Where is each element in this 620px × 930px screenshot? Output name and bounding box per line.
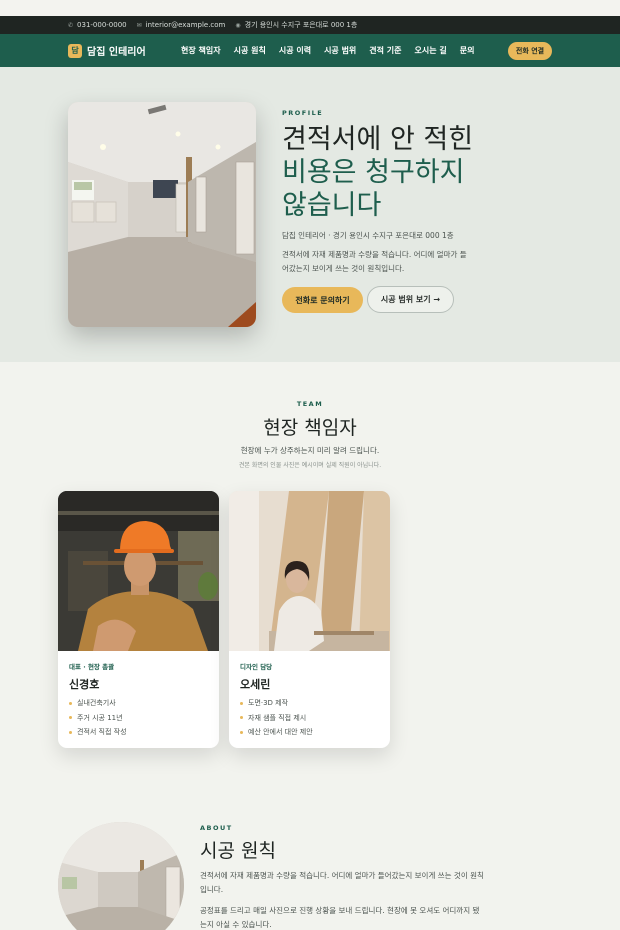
- team-eyebrow: TEAM: [296, 400, 324, 408]
- team-subtitle: 현장에 누가 상주하는지 미리 알려 드립니다.: [240, 446, 380, 455]
- team-note: 견본 화면의 인물 사진은 예시이며 실제 직원이 아닙니다.: [238, 462, 382, 469]
- team-title: 현장 책임자: [263, 417, 357, 439]
- nav-item-scope[interactable]: 시공 범위: [324, 45, 356, 56]
- location-icon: ◉: [235, 21, 241, 29]
- nav-item-contact[interactable]: 문의: [460, 45, 475, 56]
- info-address: ◉ 경기 용인시 수지구 포은대로 000 1층: [235, 20, 357, 30]
- mail-icon: ✉: [136, 21, 142, 29]
- top-spacer: [0, 0, 620, 16]
- about-eyebrow: ABOUT: [200, 824, 233, 832]
- bullet-icon: [240, 701, 243, 705]
- info-phone[interactable]: ✆ 031-000-0000: [68, 21, 127, 29]
- credential-item: 주거 시공 11년: [69, 711, 127, 726]
- member-photo: [229, 491, 390, 651]
- hero-title-line3: 않습니다: [282, 190, 382, 221]
- bullet-icon: [69, 716, 72, 720]
- team-card: 디자인 담당 오세린 도면·3D 제작 자재 샘플 직접 제시 예산 안에서 대…: [229, 491, 390, 748]
- credential-text: 실내건축기사: [77, 699, 116, 707]
- info-phone-text: 031-000-0000: [77, 21, 127, 29]
- about-paragraph-2: 공정표를 드리고 매일 사진으로 진행 상황을 보내 드립니다. 현장에 못 오…: [200, 906, 480, 929]
- logo[interactable]: 담 담집 인테리어: [68, 43, 146, 58]
- info-email[interactable]: ✉ interior@example.com: [137, 21, 226, 29]
- bullet-icon: [69, 730, 72, 734]
- phone-inquiry-button[interactable]: 전화로 문의하기: [282, 287, 363, 313]
- about-paragraph-1: 견적서에 자재 제품명과 수량을 적습니다. 어디에 얼마가 들어갔는지 보이게…: [200, 871, 484, 894]
- hero-title-line1: 견적서에 안 적힌: [282, 124, 474, 155]
- member-role: 대표 · 현장 총괄: [69, 663, 115, 671]
- bullet-icon: [69, 701, 72, 705]
- credential-item: 자재 샘플 직접 제시: [240, 711, 313, 726]
- hero-section: PROFILE 견적서에 안 적힌 비용은 청구하지 않습니다 담집 인테리어 …: [0, 67, 620, 362]
- credential-text: 주거 시공 11년: [77, 713, 123, 722]
- team-card: 대표 · 현장 총괄 신경호 실내건축기사 주거 시공 11년 견적서 직접 작…: [58, 491, 219, 748]
- credential-text: 예산 안에서 대안 제안: [248, 728, 313, 736]
- member-photo: [58, 491, 219, 651]
- phone-icon: ✆: [68, 21, 74, 29]
- nav-item-manager[interactable]: 현장 책임자: [181, 45, 221, 56]
- bullet-icon: [240, 730, 243, 734]
- credential-item: 예산 안에서 대안 제안: [240, 725, 313, 740]
- nav-item-directions[interactable]: 오시는 길: [415, 45, 447, 56]
- member-credentials: 실내건축기사 주거 시공 11년 견적서 직접 작성: [69, 696, 127, 740]
- nav-item-principles[interactable]: 시공 원칙: [234, 45, 266, 56]
- logo-text: 담집 인테리어: [87, 47, 146, 58]
- hero-title: 견적서에 안 적힌 비용은 청구하지 않습니다: [282, 123, 522, 222]
- bullet-icon: [240, 716, 243, 720]
- member-name: 신경호: [69, 678, 100, 691]
- credential-text: 자재 샘플 직접 제시: [248, 713, 307, 722]
- nav-item-history[interactable]: 시공 이력: [279, 45, 311, 56]
- about-title: 시공 원칙: [200, 840, 276, 862]
- about-room-photo: [58, 822, 184, 930]
- member-role: 디자인 담당: [240, 663, 273, 671]
- hero-description: 견적서에 자재 제품명과 수량을 적습니다. 어디에 얼마가 들어갔는지 보이게…: [282, 250, 467, 273]
- hero-room-photo: [68, 102, 256, 327]
- member-name: 오세린: [240, 678, 271, 691]
- logo-mark: 담: [68, 43, 82, 58]
- info-address-text: 경기 용인시 수지구 포은대로 000 1층: [244, 21, 358, 29]
- credential-text: 도면·3D 제작: [248, 699, 289, 707]
- view-scope-button[interactable]: 시공 범위 보기 →: [367, 286, 454, 313]
- hero-eyebrow: PROFILE: [282, 109, 324, 117]
- credential-item: 실내건축기사: [69, 696, 127, 711]
- main-nav: 담 담집 인테리어 현장 책임자 시공 원칙 시공 이력 시공 범위 견적 기준…: [0, 34, 620, 67]
- hero-address: 담집 인테리어 · 경기 용인시 수지구 포은대로 000 1층: [282, 231, 454, 240]
- hero-title-line2: 비용은 청구하지: [282, 157, 465, 188]
- nav-item-estimate[interactable]: 견적 기준: [369, 45, 401, 56]
- credential-item: 견적서 직접 작성: [69, 725, 127, 740]
- info-bar: ✆ 031-000-0000 ✉ interior@example.com ◉ …: [0, 16, 620, 34]
- call-button[interactable]: 전화 연결: [508, 42, 552, 60]
- credential-text: 견적서 직접 작성: [77, 728, 127, 736]
- credential-item: 도면·3D 제작: [240, 696, 313, 711]
- member-credentials: 도면·3D 제작 자재 샘플 직접 제시 예산 안에서 대안 제안: [240, 696, 313, 740]
- info-email-text: interior@example.com: [145, 21, 226, 29]
- nav-menu: 현장 책임자 시공 원칙 시공 이력 시공 범위 견적 기준 오시는 길 문의: [181, 45, 475, 56]
